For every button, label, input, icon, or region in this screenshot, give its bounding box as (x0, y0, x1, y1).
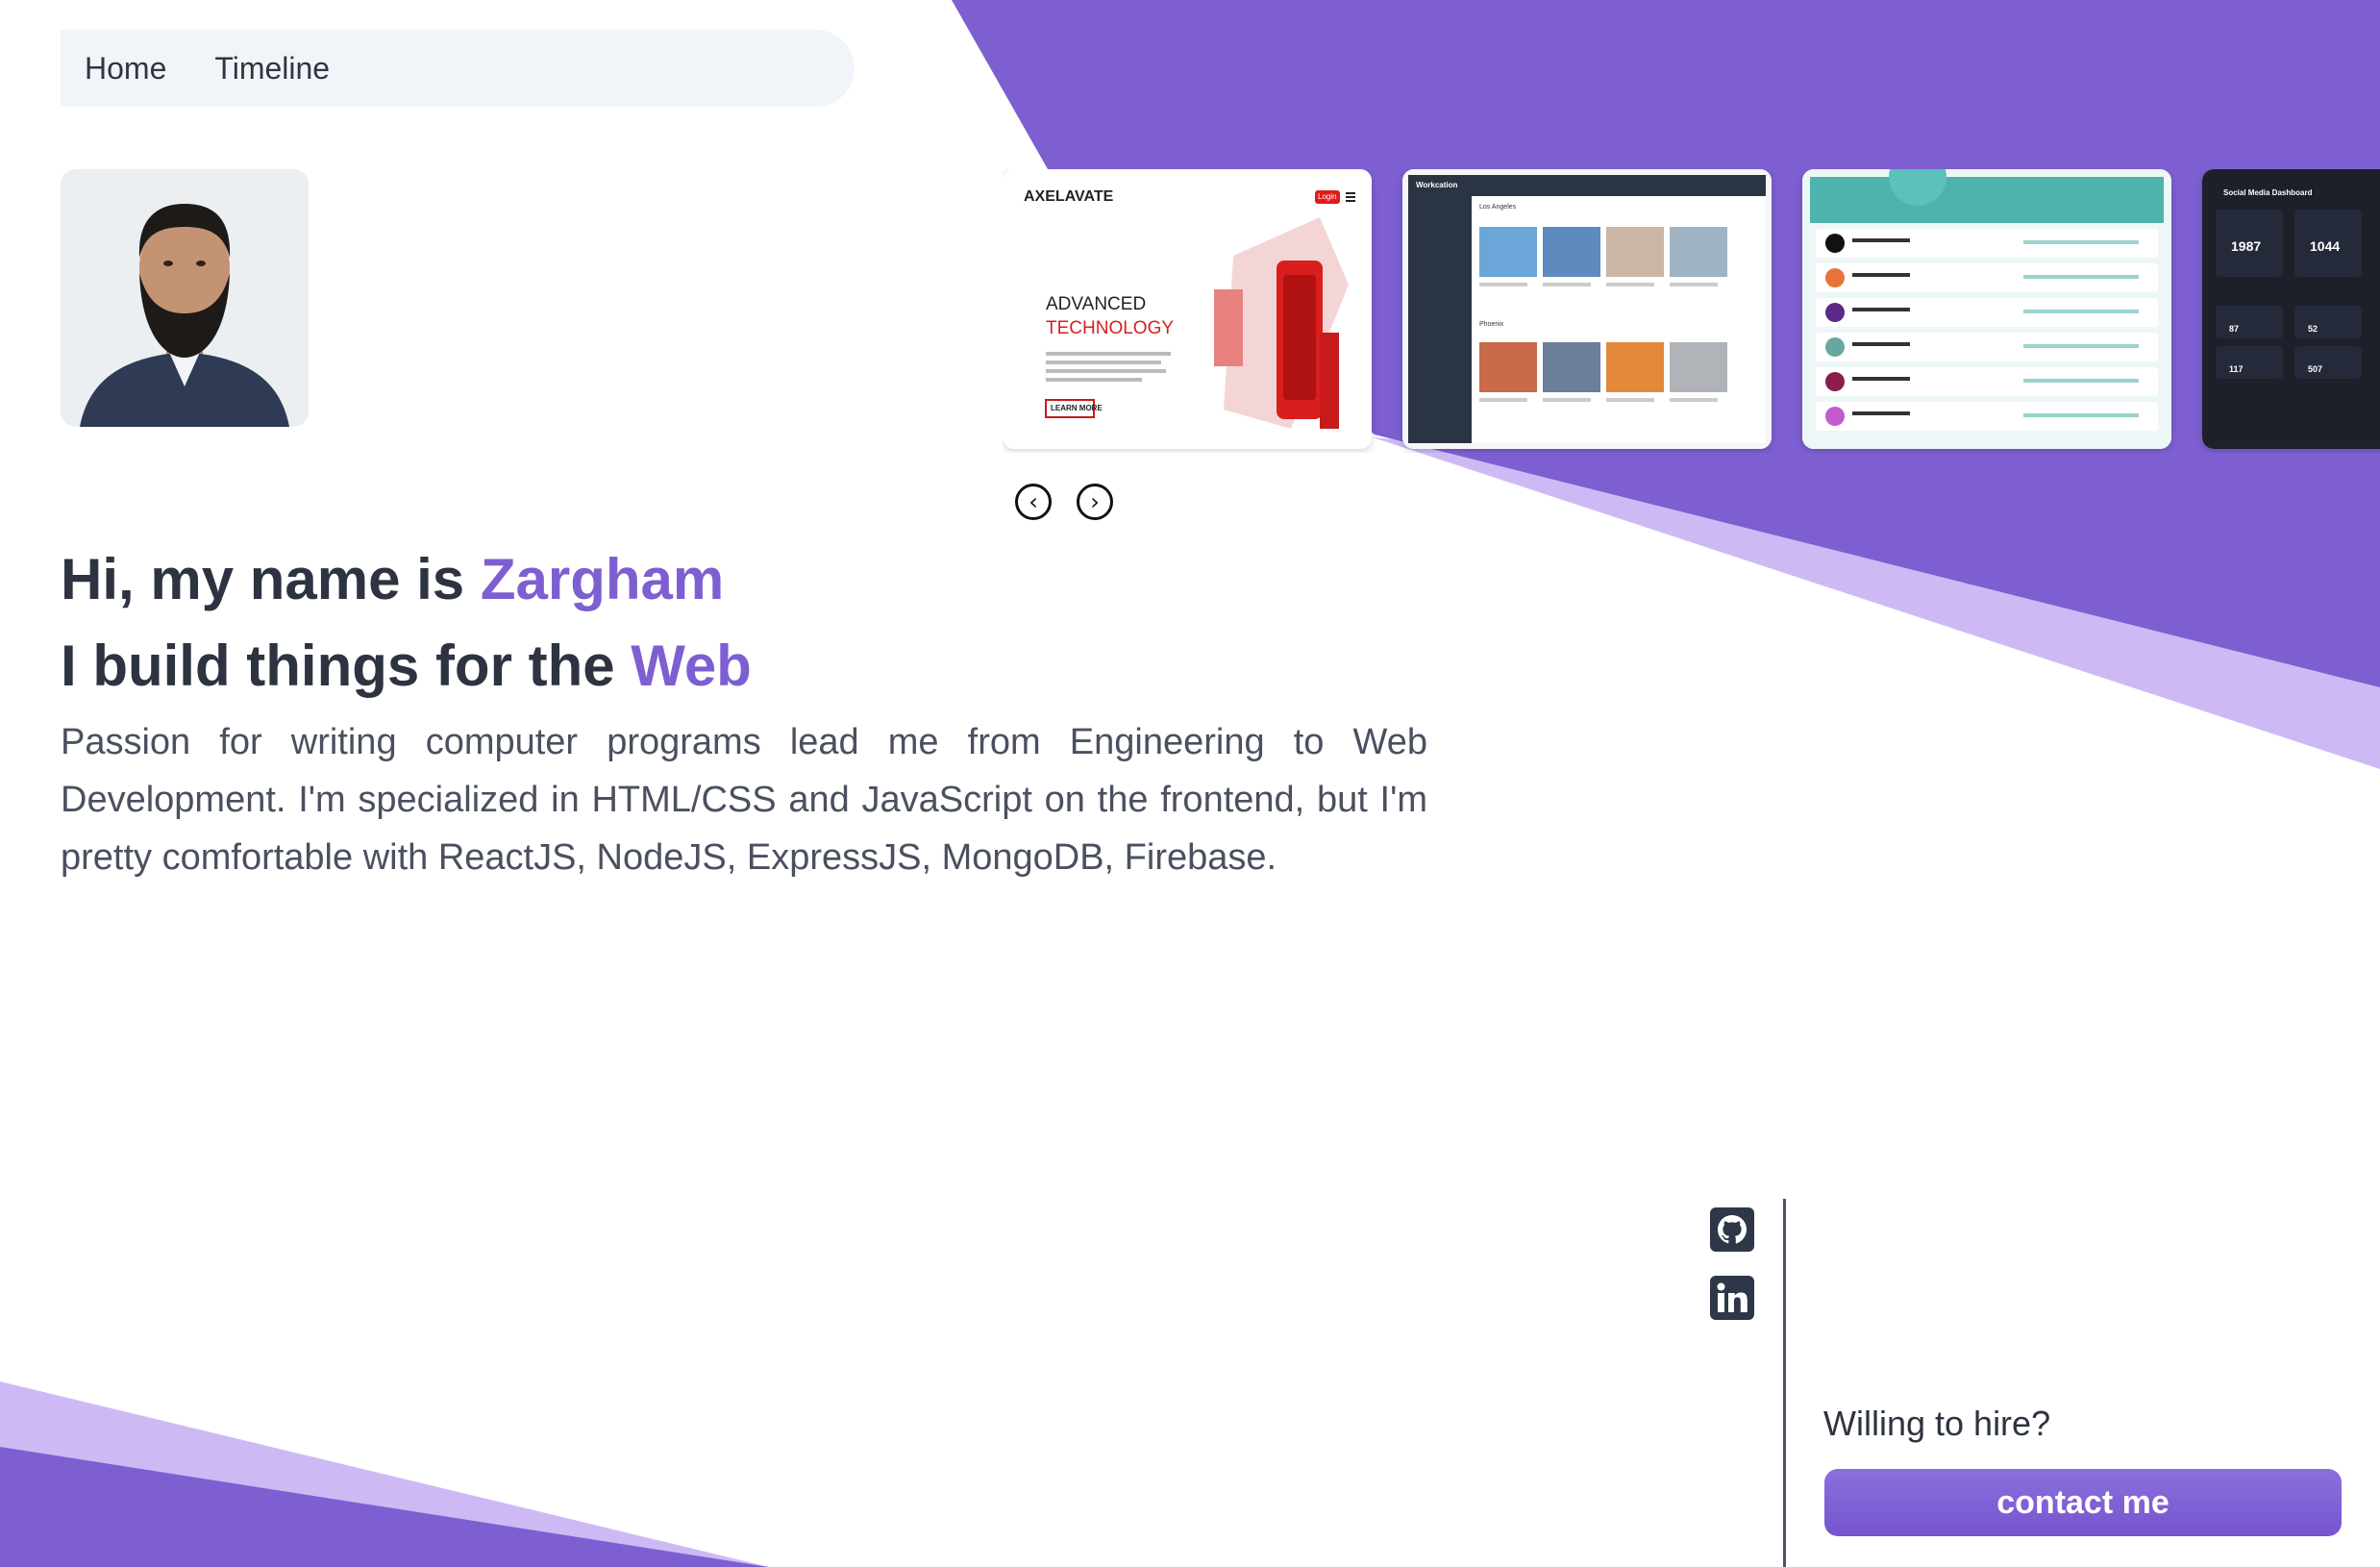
workcation-screenshot (1402, 169, 1772, 449)
dashboard-stat-1: 87 (2229, 324, 2240, 334)
social-dashboard-screenshot (2202, 169, 2380, 449)
hero-bio: Passion for writing computer programs le… (61, 722, 1427, 878)
job-listings-screenshot (1802, 169, 2171, 449)
carousel-next-button[interactable]: › (1077, 484, 1113, 520)
nav-home-link[interactable]: Home (85, 51, 166, 87)
hire-question: Willing to hire? (1823, 1404, 2051, 1443)
dashboard-stat-3: 117 (2229, 364, 2244, 374)
top-navigation: Home Timeline (61, 30, 855, 107)
workcation-title: Workcation (1416, 181, 1458, 189)
dashboard-title: Social Media Dashboard (2223, 188, 2313, 197)
dashboard-stat-4: 507 (2308, 364, 2323, 374)
tagline-accent: Web (631, 634, 752, 698)
tagline-prefix: I build things for the (61, 634, 632, 698)
hero-name: Zargham (480, 547, 725, 611)
axelavate-headline-2: TECHNOLOGY (1046, 318, 1175, 338)
workcation-section-2: Phoenix (1479, 321, 1504, 328)
profile-photo (61, 169, 309, 427)
hero-tagline: I build things for the Web (61, 633, 752, 699)
project-slide-workcation[interactable]: Workcation Los Angeles Phoenix (1402, 169, 1772, 449)
carousel-prev-button[interactable]: ‹ (1015, 484, 1052, 520)
project-slide-job-listings[interactable] (1802, 169, 2171, 449)
dashboard-stat-2: 52 (2308, 324, 2318, 334)
project-slide-axelavate[interactable]: AXELAVATE Login ADVANCED TECHNOLOGY LEAR… (1003, 169, 1372, 449)
project-slide-social-dashboard[interactable]: Social Media Dashboard 1987 1044 87 52 1… (2202, 169, 2380, 449)
workcation-section-1: Los Angeles (1479, 204, 1517, 211)
chevron-left-icon: ‹ (1029, 488, 1038, 515)
project-carousel: AXELAVATE Login ADVANCED TECHNOLOGY LEAR… (1003, 169, 2380, 453)
avatar (61, 169, 309, 427)
axelavate-logo: AXELAVATE (1024, 188, 1114, 205)
vertical-divider (1783, 1199, 1786, 1567)
dashboard-followers-2: 1044 (2310, 238, 2341, 254)
chevron-right-icon: › (1090, 488, 1100, 515)
contact-me-button[interactable]: contact me (1824, 1469, 2342, 1536)
greeting-prefix: Hi, my name is (61, 547, 481, 611)
axelavate-cta: LEARN MORE (1051, 404, 1103, 412)
github-icon[interactable] (1709, 1206, 1755, 1253)
axelavate-login: Login (1318, 192, 1337, 201)
dashboard-followers-1: 1987 (2231, 238, 2262, 254)
axelavate-headline-1: ADVANCED (1046, 294, 1147, 314)
hero-greeting: Hi, my name is Zargham (61, 546, 724, 612)
bottom-left-purple-shape (0, 1447, 769, 1567)
nav-timeline-link[interactable]: Timeline (214, 51, 330, 87)
linkedin-icon[interactable] (1709, 1275, 1755, 1321)
